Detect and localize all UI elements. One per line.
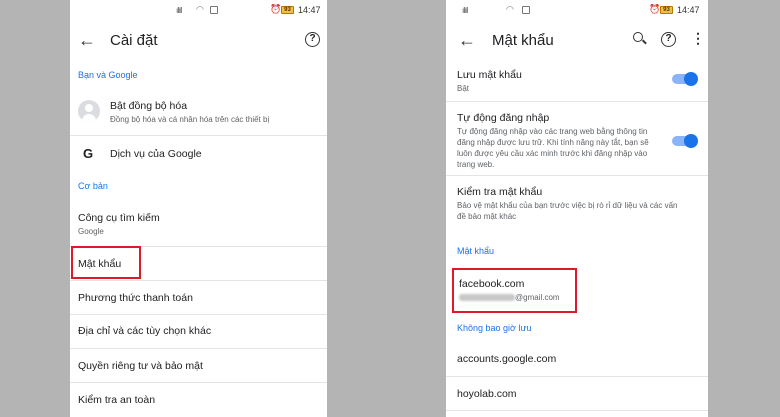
check-passwords-item[interactable]: Kiểm tra mật khẩu Bảo vệ mật khẩu của bạ… (446, 176, 708, 230)
highlight-box (452, 268, 577, 313)
auto-signin-toggle[interactable] (672, 134, 698, 148)
sync-item[interactable]: Bật đồng bộ hóa Đồng bộ hóa và cá nhân h… (70, 88, 327, 134)
page-title: Mật khẩu (492, 32, 554, 49)
google-services-label: Dịch vụ của Google (110, 148, 202, 160)
section-never-saved: Không bao giờ lưu (457, 323, 532, 333)
app-bar: ← Cài đặt ? (70, 22, 327, 62)
google-g-icon: G (83, 146, 94, 161)
more-vert-icon[interactable]: ⋮ (691, 30, 705, 47)
never-saved-site: hoyolab.com (457, 388, 517, 400)
never-saved-row[interactable]: accounts.google.com (446, 342, 708, 375)
signal-icon: ıllıll (176, 6, 182, 15)
highlight-box (71, 246, 141, 279)
divider (446, 410, 708, 411)
auto-signin-item[interactable]: Tự động đăng nhập Tự động đăng nhập vào … (446, 102, 708, 174)
sync-sub: Đồng bộ hóa và cá nhân hóa trên các thiế… (110, 115, 270, 124)
settings-screen: ıllıll ◠ ⏰ 93 14:47 ← Cài đặt ? Bạn và G… (70, 0, 327, 417)
auto-signin-sub: Tự động đăng nhập vào các trang web bằng… (457, 127, 649, 169)
wifi-icon: ◠ (196, 4, 204, 14)
back-arrow-icon[interactable]: ← (458, 30, 476, 51)
app-bar: ← Mật khẩu ? ⋮ (446, 22, 708, 62)
check-passwords-sub: Bảo vệ mật khẩu của bạn trước việc bị rò… (457, 201, 678, 221)
search-engine-item[interactable]: Công cụ tìm kiếm Google (70, 200, 327, 246)
privacy-label: Quyền riêng tư và bảo mật (78, 360, 203, 372)
status-time: 14:47 (298, 5, 321, 15)
signal-icon: ıllıll (462, 6, 468, 15)
status-time: 14:47 (677, 5, 700, 15)
image-notification-icon (522, 6, 530, 14)
section-basic: Cơ bản (78, 181, 108, 191)
battery-icon: 93 (660, 6, 673, 14)
never-saved-site: accounts.google.com (457, 353, 557, 365)
never-saved-row[interactable]: hoyolab.com (446, 377, 708, 411)
section-passwords: Mật khẩu (457, 246, 495, 256)
safety-check-label: Kiểm tra an toàn (78, 394, 156, 406)
save-passwords-item[interactable]: Lưu mật khẩu Bật (446, 62, 708, 100)
auto-signin-label: Tự động đăng nhập (457, 112, 550, 124)
status-bar: ıllıll ◠ ⏰ 93 14:47 (446, 0, 708, 22)
alarm-icon: ⏰ (649, 4, 661, 14)
payment-label: Phương thức thanh toán (78, 292, 193, 304)
safety-check-item[interactable]: Kiểm tra an toàn (70, 383, 327, 417)
search-icon[interactable] (633, 32, 643, 42)
battery-icon: 93 (281, 6, 294, 14)
avatar (78, 100, 100, 122)
sync-label: Bật đồng bộ hóa (110, 100, 188, 112)
help-icon[interactable]: ? (661, 32, 676, 47)
status-bar: ıllıll ◠ ⏰ 93 14:47 (70, 0, 327, 22)
search-engine-sub: Google (78, 227, 104, 236)
privacy-item[interactable]: Quyền riêng tư và bảo mật (70, 349, 327, 382)
addresses-item[interactable]: Địa chỉ và các tùy chọn khác (70, 315, 327, 348)
wifi-icon: ◠ (506, 4, 514, 14)
check-passwords-label: Kiểm tra mật khẩu (457, 186, 543, 198)
save-passwords-toggle[interactable] (672, 72, 698, 86)
payment-item[interactable]: Phương thức thanh toán (70, 281, 327, 314)
passwords-screen: ıllıll ◠ ⏰ 93 14:47 ← Mật khẩu ? ⋮ Lưu m… (446, 0, 708, 417)
image-notification-icon (210, 6, 218, 14)
alarm-icon: ⏰ (270, 4, 282, 14)
section-you-and-google: Bạn và Google (78, 70, 138, 80)
back-arrow-icon[interactable]: ← (78, 30, 96, 51)
save-passwords-label: Lưu mật khẩu (457, 69, 522, 81)
page-title: Cài đặt (110, 32, 158, 49)
addresses-label: Địa chỉ và các tùy chọn khác (78, 325, 212, 337)
help-icon[interactable]: ? (305, 32, 320, 47)
search-engine-label: Công cụ tìm kiếm (78, 212, 160, 224)
save-passwords-sub: Bật (457, 84, 470, 93)
google-services-item[interactable]: G Dịch vụ của Google (70, 136, 327, 172)
